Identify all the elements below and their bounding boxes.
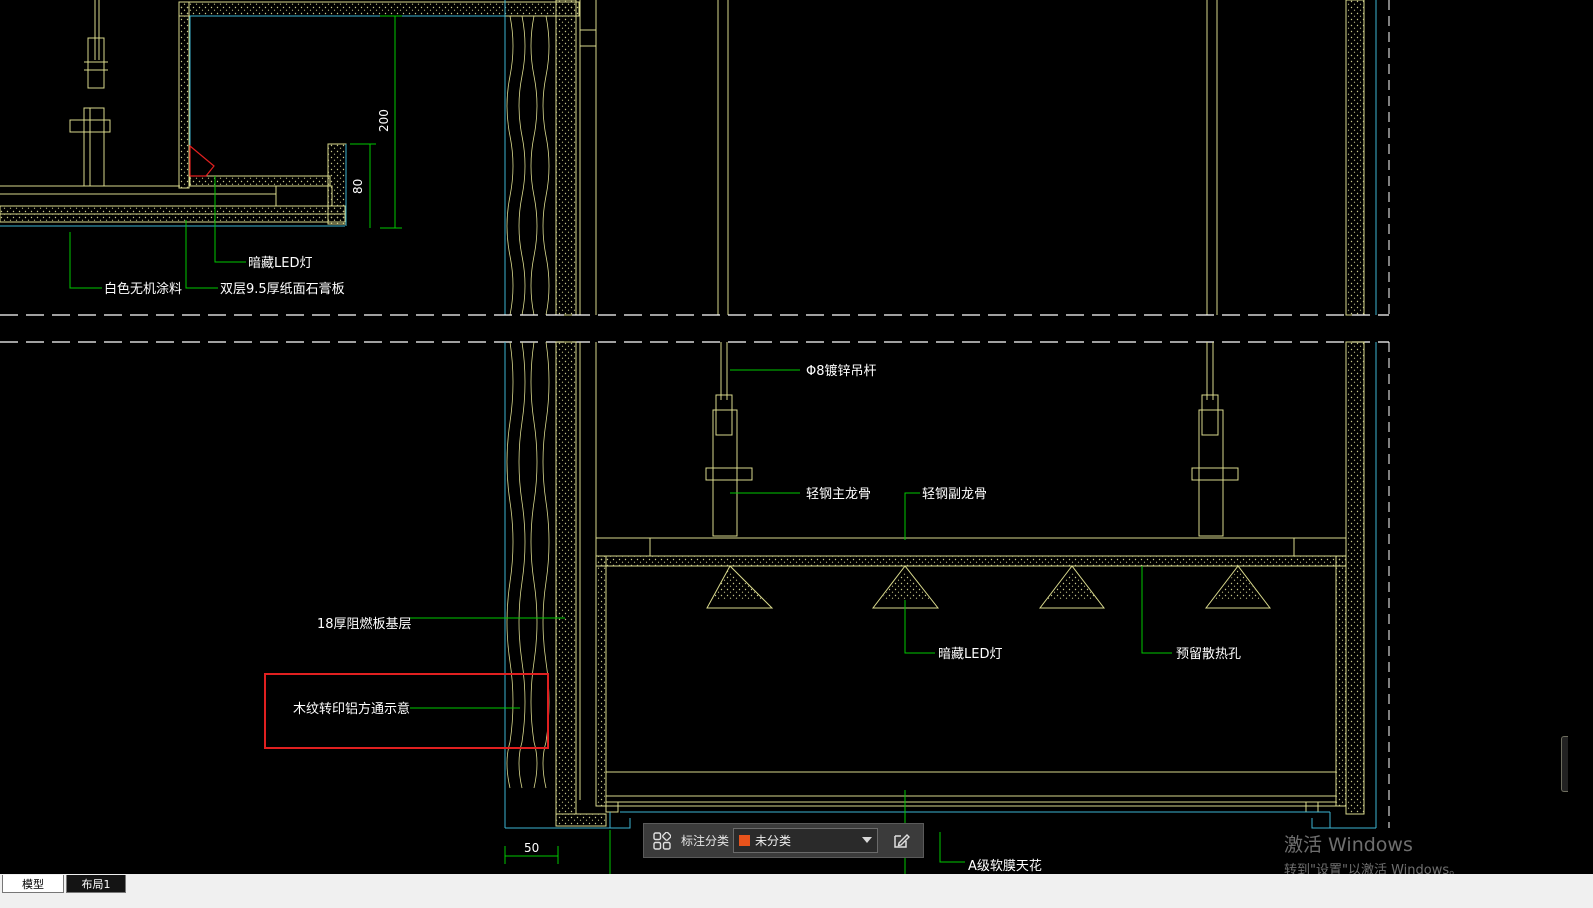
- led-light-cones: [706, 565, 1272, 609]
- label-led-top: 暗藏LED灯: [248, 256, 312, 271]
- dimension-lines-top: [350, 15, 402, 229]
- dimension-50: 50: [524, 841, 539, 855]
- hanger-assemblies: [705, 342, 1239, 537]
- label-led-bottom: 暗藏LED灯: [938, 647, 1002, 662]
- wood-grain-upper: [506, 15, 550, 316]
- grid-icon: [653, 831, 671, 850]
- category-color-swatch: [739, 835, 751, 846]
- tab-layout1[interactable]: 布局1: [66, 875, 126, 893]
- label-vent-hole: 预留散热孔: [1176, 647, 1241, 662]
- label-rod: Φ8镀锌吊杆: [806, 363, 877, 379]
- label-sub-keel: 轻钢副龙骨: [922, 487, 987, 502]
- edit-icon: [894, 833, 911, 848]
- upper-ceiling-detail: [0, 0, 1390, 316]
- watermark-title: 激活 Windows: [1284, 834, 1413, 856]
- led-symbol-top: [189, 144, 215, 177]
- label-soft-film-ceiling: A级软膜天花: [968, 858, 1042, 874]
- dimension-200: 200: [377, 109, 391, 132]
- label-coating: 白色无机涂料: [104, 281, 182, 297]
- side-panel-handle[interactable]: [1561, 736, 1568, 792]
- label-plywood-base: 18厚阻燃板基层: [317, 616, 412, 632]
- label-wood-grain-aluminum: 木纹转印铝方通示意: [293, 701, 410, 717]
- dimension-80: 80: [351, 179, 365, 194]
- wood-grain-lower: [506, 341, 550, 789]
- layout-tab-strip: 模型 布局1: [0, 874, 1593, 908]
- label-gypsum-board: 双层9.5厚纸面石膏板: [220, 281, 345, 297]
- category-selected-value: 未分类: [755, 834, 792, 848]
- tab-model[interactable]: 模型: [2, 875, 64, 893]
- category-label: 标注分类: [681, 834, 730, 848]
- category-grid-button[interactable]: [647, 826, 677, 856]
- annotation-category-toolbar: 标注分类 未分类: [643, 823, 924, 858]
- category-select[interactable]: 未分类: [733, 828, 879, 853]
- cad-drawing-canvas[interactable]: 200 80 暗藏LED灯 白色无机涂料 双层9.5厚纸面石膏板 Φ8镀锌吊杆 …: [0, 0, 1593, 890]
- chevron-down-icon: [862, 837, 873, 843]
- edit-category-button[interactable]: [886, 826, 916, 856]
- break-lines: [0, 314, 1389, 343]
- leader-lines-top: [69, 176, 246, 289]
- lower-wall-section: [504, 341, 1390, 829]
- label-main-keel: 轻钢主龙骨: [806, 487, 871, 502]
- windows-activation-watermark: 激活 Windows 转到"设置"以激活 Windows。: [1284, 830, 1462, 878]
